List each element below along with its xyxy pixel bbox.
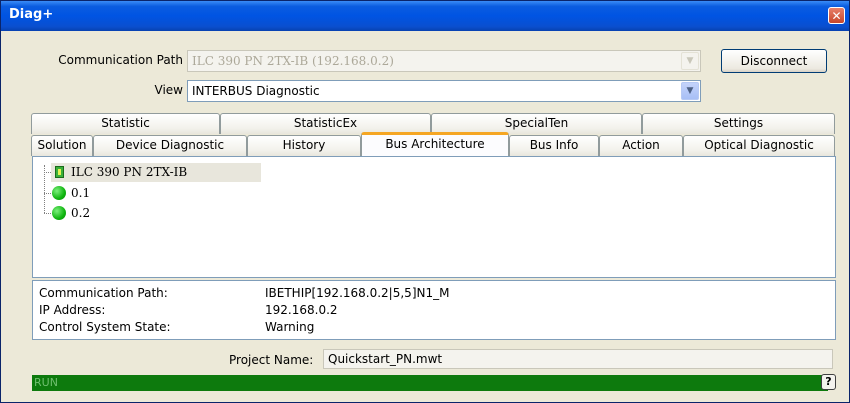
chevron-down-icon[interactable]: ▼ bbox=[681, 82, 699, 100]
tab-device-diagnostic[interactable]: Device Diagnostic bbox=[93, 135, 247, 156]
help-button[interactable]: ? bbox=[821, 374, 836, 390]
view-label: View bbox=[154, 83, 183, 97]
status-bar: RUN bbox=[32, 375, 828, 391]
comm-path-info-value: IBETHIP[192.168.0.2|5,5]N1_M bbox=[265, 286, 450, 300]
tab-settings[interactable]: Settings bbox=[642, 113, 835, 134]
project-name-field: Quickstart_PN.mwt bbox=[323, 349, 833, 369]
tree-node-child-label: 0.2 bbox=[71, 206, 91, 220]
status-text: RUN bbox=[34, 376, 58, 389]
comm-path-info-label: Communication Path: bbox=[39, 286, 168, 300]
tab-bus-architecture[interactable]: Bus Architecture bbox=[361, 132, 509, 156]
tab-statisticex[interactable]: StatisticEx bbox=[220, 113, 431, 134]
tree-node-child[interactable]: 0.1 bbox=[52, 185, 132, 203]
tree-node-root[interactable]: ILC 390 PN 2TX-IB bbox=[51, 163, 261, 182]
project-name-value: Quickstart_PN.mwt bbox=[328, 352, 443, 366]
ip-address-value: 192.168.0.2 bbox=[265, 303, 338, 317]
view-value: INTERBUS Diagnostic bbox=[192, 84, 320, 98]
tab-action[interactable]: Action bbox=[599, 135, 683, 156]
connection-info-panel: Communication Path: IBETHIP[192.168.0.2|… bbox=[32, 280, 836, 340]
status-dot-icon bbox=[52, 186, 66, 200]
view-select[interactable]: INTERBUS Diagnostic ▼ bbox=[187, 80, 701, 102]
tree-node-root-label: ILC 390 PN 2TX-IB bbox=[71, 165, 188, 179]
window-title: Diag+ bbox=[9, 7, 54, 22]
communication-path-label: Communication Path bbox=[58, 53, 183, 67]
tree-node-child[interactable]: 0.2 bbox=[52, 205, 132, 223]
tab-optical-diagnostic[interactable]: Optical Diagnostic bbox=[683, 135, 835, 156]
status-dot-icon bbox=[52, 206, 66, 220]
tab-history[interactable]: History bbox=[247, 135, 361, 156]
communication-path-select: ILC 390 PN 2TX-IB (192.168.0.2) ▼ bbox=[187, 50, 701, 72]
project-name-label: Project Name: bbox=[229, 353, 314, 367]
diag-window: Diag+ ✕ Communication Path ILC 390 PN 2T… bbox=[0, 0, 850, 403]
tab-solution[interactable]: Solution bbox=[31, 135, 93, 156]
control-state-label: Control System State: bbox=[39, 320, 171, 334]
tab-row-upper: Statistic StatisticEx SpecialTen Setting… bbox=[31, 113, 835, 134]
device-icon bbox=[55, 166, 64, 178]
tab-bus-info[interactable]: Bus Info bbox=[509, 135, 599, 156]
ip-address-label: IP Address: bbox=[39, 303, 106, 317]
tree-node-child-label: 0.1 bbox=[71, 186, 91, 200]
tab-row-lower: Solution Device Diagnostic History Bus A… bbox=[31, 132, 835, 156]
title-bar[interactable]: Diag+ ✕ bbox=[1, 1, 849, 31]
disconnect-button[interactable]: Disconnect bbox=[721, 49, 827, 73]
bus-architecture-tree[interactable]: ILC 390 PN 2TX-IB 0.1 0.2 bbox=[32, 156, 836, 278]
close-button[interactable]: ✕ bbox=[828, 7, 845, 24]
communication-path-value: ILC 390 PN 2TX-IB (192.168.0.2) bbox=[192, 54, 394, 68]
control-state-value: Warning bbox=[265, 320, 315, 334]
tab-specialten[interactable]: SpecialTen bbox=[431, 113, 642, 134]
tab-statistic[interactable]: Statistic bbox=[31, 113, 220, 134]
chevron-down-icon: ▼ bbox=[681, 52, 699, 70]
